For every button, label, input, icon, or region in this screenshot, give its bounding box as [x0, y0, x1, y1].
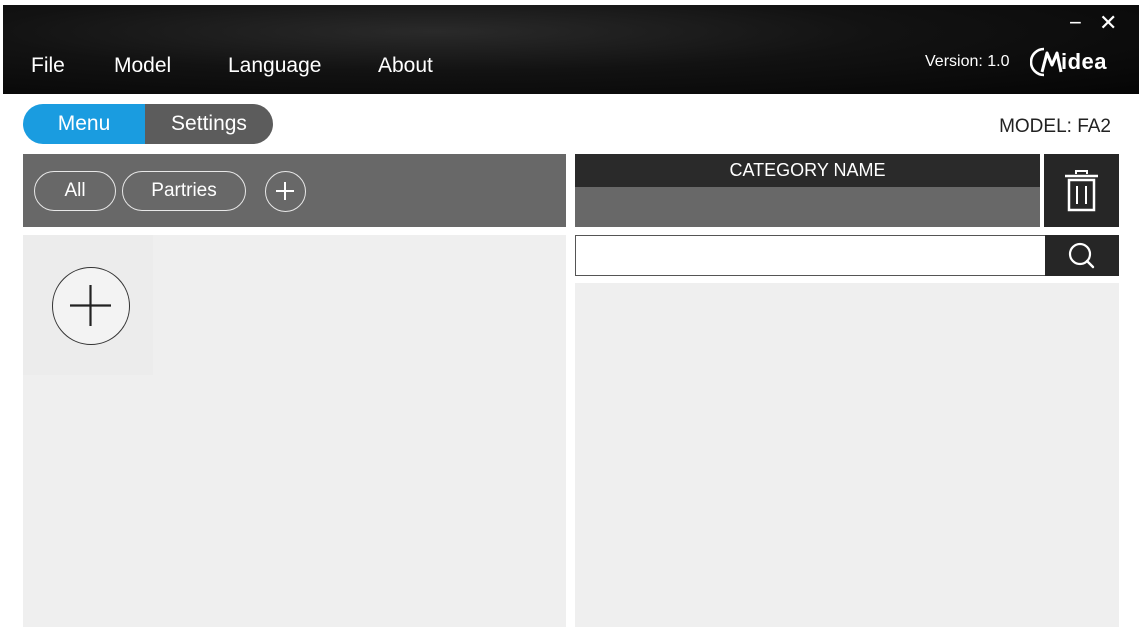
view-tabs: Menu Settings [23, 104, 273, 144]
category-name-editor: CATEGORY NAME [575, 154, 1040, 227]
model-label: MODEL: FA2 [999, 116, 1111, 137]
close-button[interactable]: ✕ [1099, 12, 1117, 34]
logo-text: idea [1061, 49, 1108, 74]
plus-circle-icon [276, 182, 294, 200]
category-name-input[interactable] [575, 187, 1040, 227]
category-bar: All Partries [23, 154, 566, 227]
category-partries[interactable]: Partries [122, 171, 246, 211]
menu-model[interactable]: Model [114, 54, 171, 78]
version-label: Version: 1.0 [925, 53, 1010, 70]
menu-file[interactable]: File [31, 54, 65, 78]
menu-about[interactable]: About [378, 54, 433, 78]
brand-logo: idea [1030, 45, 1107, 79]
menu-language[interactable]: Language [228, 54, 321, 78]
search-button[interactable] [1045, 235, 1119, 276]
results-panel [575, 283, 1119, 627]
minimize-button[interactable]: − [1069, 12, 1082, 34]
delete-category-button[interactable] [1044, 154, 1119, 227]
plus-circle-icon [70, 285, 111, 326]
add-item-card [23, 235, 153, 375]
title-bar: File Model Language About − ✕ Version: 1… [3, 5, 1139, 94]
add-item-button[interactable] [52, 267, 130, 345]
tab-menu[interactable]: Menu [23, 104, 145, 144]
tab-settings[interactable]: Settings [145, 104, 273, 144]
add-category-button[interactable] [265, 171, 306, 212]
items-panel [23, 235, 566, 627]
search-icon [1068, 242, 1095, 269]
category-name-header: CATEGORY NAME [575, 154, 1040, 187]
search-input[interactable] [575, 235, 1045, 276]
trash-icon [1065, 170, 1098, 212]
category-all[interactable]: All [34, 171, 116, 211]
